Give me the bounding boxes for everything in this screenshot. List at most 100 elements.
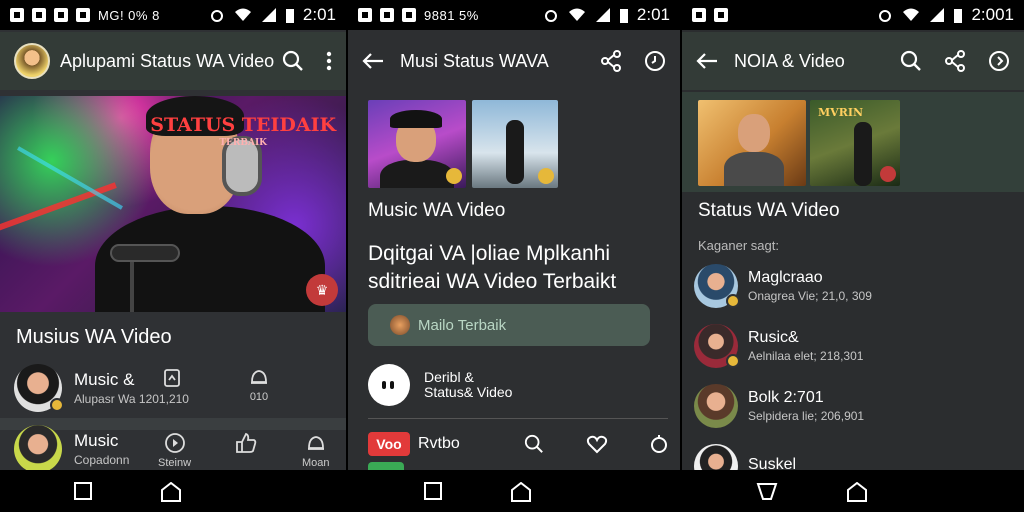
heart-icon[interactable] (586, 434, 608, 454)
battery-icon (619, 9, 628, 23)
heart-badge-icon (880, 166, 896, 182)
notification-icon (380, 8, 394, 22)
nav-home-icon[interactable] (846, 482, 868, 502)
list-item[interactable]: Suskel (694, 444, 796, 470)
notification-icon (76, 8, 90, 22)
search-icon[interactable] (282, 50, 304, 72)
bottom-bar: Voo Rvtbo (368, 428, 668, 460)
bell-icon[interactable]: Moan (302, 432, 330, 469)
avatar (14, 425, 62, 470)
notification-icon (54, 8, 68, 22)
avatar (694, 384, 738, 428)
status-text: MG! 0% 8 (98, 7, 160, 23)
system-nav-bar (0, 470, 1024, 512)
status-bar: 2:001 (682, 0, 1024, 30)
person-figure (506, 120, 524, 184)
play-circle-icon[interactable]: Steinw (158, 432, 191, 469)
notification-icon (692, 8, 706, 22)
notification-icon (358, 8, 372, 22)
mic-stand (130, 261, 134, 312)
timer-icon[interactable] (650, 434, 668, 454)
crown-badge-icon[interactable]: ♛ (306, 274, 338, 306)
history-icon[interactable] (644, 50, 666, 72)
list-item[interactable]: Maglcraao Onagrea Vie; 21,0, 309 (694, 264, 872, 308)
item-title: Rusic& (748, 329, 799, 346)
bell-icon[interactable]: 010 (248, 366, 270, 403)
person-face (738, 114, 770, 152)
play-icon[interactable] (368, 364, 410, 406)
history-icon[interactable] (988, 50, 1010, 72)
verified-badge-icon (538, 168, 554, 184)
wifi-icon (903, 8, 920, 21)
verified-badge-icon (726, 294, 740, 308)
notification-icon (402, 8, 416, 22)
nav-back-icon[interactable] (756, 482, 778, 500)
section-title: Status WA Video (698, 200, 840, 221)
alarm-icon (210, 10, 223, 22)
video-thumbnail[interactable]: MVRIN (810, 100, 900, 186)
status-bar: 9881 5% 2:01 (348, 0, 680, 30)
item-title: Suskel (748, 456, 797, 470)
section-title: Musius WA Video (16, 326, 172, 348)
icon-label: Moan (302, 457, 330, 469)
video-thumbnail[interactable] (698, 100, 806, 186)
channel-avatar[interactable] (14, 43, 50, 79)
verified-badge-icon (50, 398, 64, 412)
video-thumbnail[interactable] (368, 100, 466, 188)
microphone-icon (110, 244, 180, 262)
screen-3: 2:001 NOIA & Video MVRIN Status WA Video… (682, 0, 1024, 470)
avatar (694, 264, 740, 308)
search-icon[interactable] (900, 50, 922, 72)
notification-icon (10, 8, 24, 22)
list-item[interactable]: Rusic& Aelnilaa elet; 218,301 (694, 324, 863, 368)
neon-sign: STATUS TEIDAIK TERBAIK (150, 114, 336, 149)
nav-home-icon[interactable] (510, 482, 532, 502)
featured-chip[interactable]: Mailo Terbaik (368, 304, 650, 346)
battery-icon (954, 9, 963, 23)
avatar (390, 315, 410, 335)
share-icon[interactable] (944, 50, 966, 72)
app-logo[interactable]: Voo (368, 432, 410, 456)
avatar (14, 364, 64, 412)
more-vert-icon[interactable] (326, 51, 332, 71)
item-subtitle: Copadonn (74, 453, 130, 467)
list-item[interactable]: Bolk 2:701 Selpidera lie; 206,901 (694, 384, 864, 428)
signal-icon (930, 8, 945, 22)
nav-home-icon[interactable] (160, 482, 182, 502)
nav-recent-icon[interactable] (424, 482, 442, 500)
item-title: Deribl & (424, 369, 474, 385)
item-subtitle: Status& Video (424, 384, 513, 400)
item-title: Music (74, 431, 119, 450)
person-figure (854, 122, 872, 186)
item-subtitle: Selpidera lie; 206,901 (748, 409, 865, 423)
back-arrow-icon[interactable] (362, 52, 384, 70)
item-subtitle: Alupasr Wa 1201,210 (74, 392, 189, 406)
app-bar: Musi Status WAVA (348, 32, 680, 90)
share-icon[interactable] (600, 50, 622, 72)
stage-light (0, 182, 117, 236)
video-thumbnail[interactable] (472, 100, 558, 188)
icon-label: Steinw (158, 457, 192, 469)
alarm-icon (544, 10, 557, 22)
thumbnail-sign: MVRIN (818, 106, 864, 119)
notification-icon (714, 8, 728, 22)
verified-badge-icon (446, 168, 462, 184)
bell-count: 010 (249, 391, 269, 403)
nav-recent-icon[interactable] (74, 482, 92, 500)
screen-1: MG! 0% 8 2:01 Aplupami Status WA Video S… (0, 0, 346, 470)
person-hat (390, 110, 442, 128)
divider (368, 418, 668, 419)
person-shirt (724, 152, 784, 186)
wifi-icon (234, 8, 251, 21)
list-item[interactable]: Deribl & Status& Video (368, 364, 512, 406)
avatar (694, 324, 740, 368)
clock: 2:01 (302, 5, 336, 24)
notification-icon (32, 8, 46, 22)
status-text: 9881 5% (424, 7, 479, 23)
search-icon[interactable] (524, 434, 544, 454)
save-icon[interactable] (162, 368, 182, 391)
featured-video-thumbnail[interactable]: STATUS TEIDAIK TERBAIK ♛ (0, 96, 346, 312)
back-arrow-icon[interactable] (696, 52, 718, 70)
like-icon[interactable] (234, 432, 258, 457)
item-subtitle: Onagrea Vie; 21,0, 309 (748, 289, 872, 303)
